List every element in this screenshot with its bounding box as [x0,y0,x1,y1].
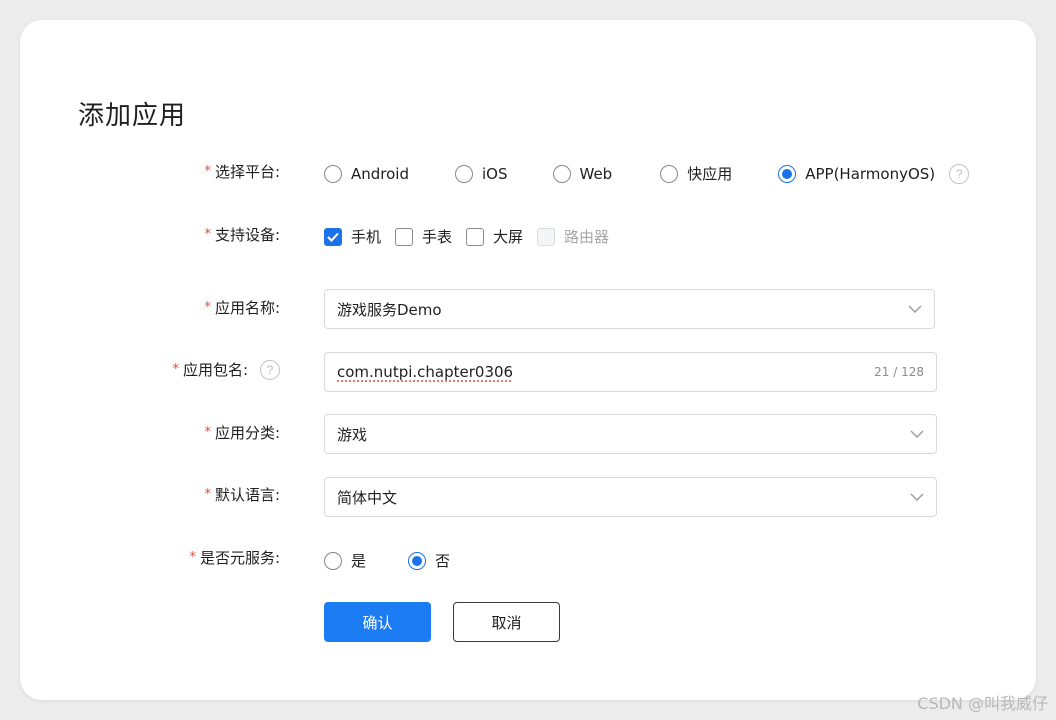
help-icon[interactable]: ? [949,163,970,184]
category-select[interactable]: 游戏 [324,414,937,454]
required-mark: * [204,300,211,315]
platform-label: * 选择平台: [204,161,280,182]
language-label: * 默认语言: [204,484,280,505]
radio-icon [552,164,571,183]
category-label: * 应用分类: [204,422,280,443]
platform-radio-quickapp[interactable]: 快应用 [660,163,732,184]
checkbox-disabled-icon [537,227,556,246]
package-name-label: * 应用包名: ? [172,359,280,380]
checkbox-icon [466,227,485,246]
meta-service-option-label: 否 [435,552,451,570]
required-mark: * [204,425,211,440]
meta-service-option-label: 是 [351,552,367,570]
package-name-label-text: 应用包名: [182,361,248,379]
cancel-button[interactable]: 取消 [453,602,560,642]
radio-icon [455,164,473,183]
platform-option-label: 快应用 [687,165,733,183]
device-option-label: 路由器 [564,228,610,246]
meta-service-radio-group: 是 否 [324,550,450,571]
devices-label: * 支持设备: [204,224,280,245]
app-name-value: 游戏服务Demo [337,300,442,319]
platform-option-label: APP(HarmonyOS) [805,164,936,183]
required-mark: * [204,487,211,502]
app-name-select[interactable]: 游戏服务Demo [324,289,935,329]
help-icon[interactable]: ? [260,359,280,380]
platform-radio-web[interactable]: Web [552,164,613,183]
devices-checkbox-group: 手机 手表 大屏 路由器 [324,226,609,247]
radio-selected-icon [408,551,427,570]
device-checkbox-watch[interactable]: 手表 [395,226,452,247]
meta-service-label: * 是否元服务: [189,547,280,568]
platform-option-label: Android [351,164,409,183]
category-value: 游戏 [337,425,368,444]
char-counter: 21 / 128 [874,365,924,379]
required-mark: * [204,227,211,242]
meta-service-label-text: 是否元服务: [199,549,280,567]
device-checkbox-router: 路由器 [537,226,609,247]
language-value: 简体中文 [337,488,398,507]
platform-radio-group: Android iOS Web 快应用 APP(HarmonyOS) ? [324,163,970,184]
language-label-text: 默认语言: [214,486,280,504]
confirm-button[interactable]: 确认 [324,602,431,642]
chevron-down-icon [910,430,924,438]
meta-service-radio-yes[interactable]: 是 [324,550,366,571]
chevron-down-icon [910,493,924,501]
platform-radio-ios[interactable]: iOS [455,164,508,183]
radio-icon [660,164,679,183]
platform-radio-android[interactable]: Android [324,164,409,183]
app-name-label: * 应用名称: [204,297,280,318]
required-mark: * [172,362,179,377]
radio-icon [324,551,342,570]
language-select[interactable]: 简体中文 [324,477,937,517]
category-label-text: 应用分类: [214,424,280,442]
package-name-input[interactable]: com.nutpi.chapter0306 21 / 128 [324,352,937,392]
required-mark: * [189,550,196,565]
radio-icon [324,164,342,183]
device-checkbox-bigscreen[interactable]: 大屏 [466,226,523,247]
device-option-label: 大屏 [493,228,524,246]
package-name-value: com.nutpi.chapter0306 [337,363,874,381]
chevron-down-icon [908,305,922,313]
device-option-label: 手表 [422,228,453,246]
checkbox-checked-icon [324,227,342,246]
checkbox-icon [395,227,414,246]
device-checkbox-phone[interactable]: 手机 [324,226,381,247]
watermark: CSDN @叫我威仔 [917,694,1048,713]
platform-radio-harmonyos[interactable]: APP(HarmonyOS) [778,164,936,183]
app-name-label-text: 应用名称: [214,299,280,317]
required-mark: * [204,164,211,179]
radio-selected-icon [778,164,797,183]
platform-label-text: 选择平台: [214,163,280,181]
package-name-text: com.nutpi.chapter0306 [337,363,514,381]
dialog-title: 添加应用 [78,101,187,131]
meta-service-radio-no[interactable]: 否 [408,550,450,571]
devices-label-text: 支持设备: [214,226,280,244]
platform-option-label: iOS [482,164,508,183]
device-option-label: 手机 [351,228,382,246]
platform-option-label: Web [579,164,613,183]
